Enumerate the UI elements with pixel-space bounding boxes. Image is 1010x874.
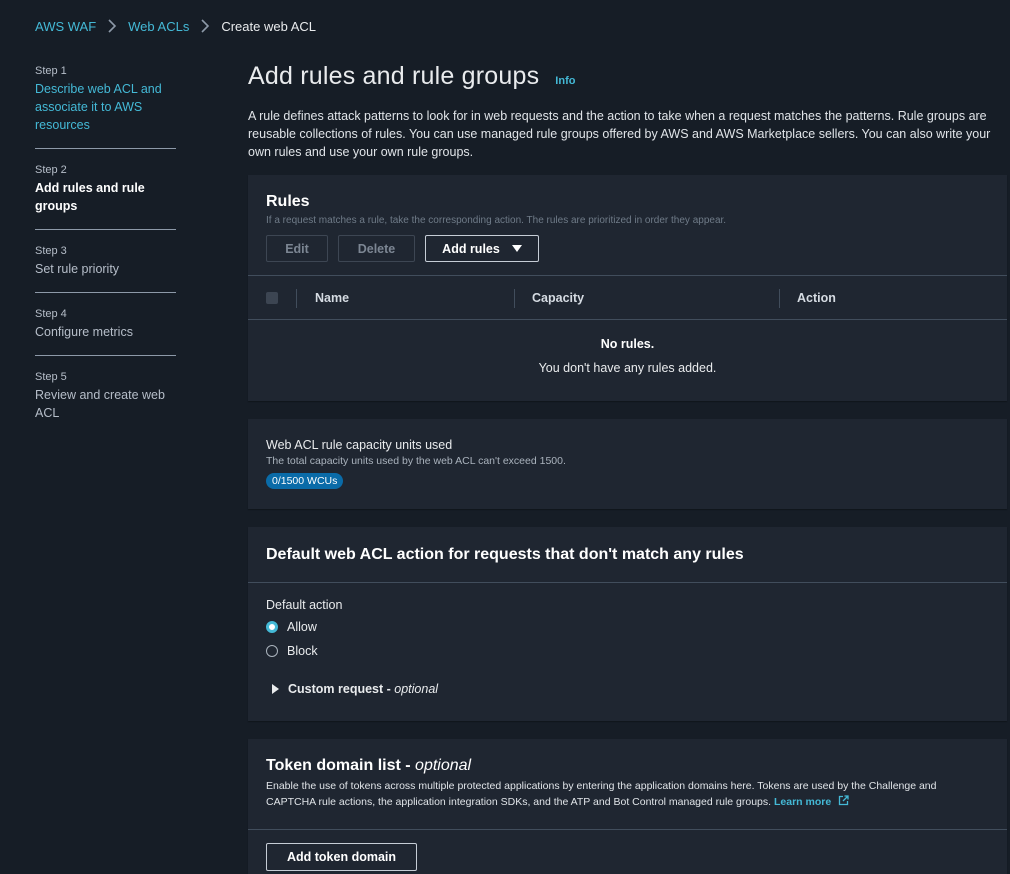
learn-more-label: Learn more [773,796,832,808]
step-5-title: Review and create web ACL [35,388,165,420]
info-link[interactable]: Info [555,75,575,87]
step-number: Step 2 [35,164,67,176]
edit-button[interactable]: Edit [266,235,328,262]
step-2-title: Add rules and rule groups [35,181,145,213]
step-number: Step 5 [35,371,67,383]
token-domain-panel: Token domain list - optional Enable the … [248,739,1007,874]
wizard-steps: Step 1 Describe web ACL and associate it… [35,64,176,450]
column-name[interactable]: Name [315,276,349,319]
step-1: Step 1 Describe web ACL and associate it… [35,64,176,149]
step-4: Step 4 Configure metrics [35,307,176,356]
custom-request-expander[interactable]: Custom request - optional [272,682,989,696]
breadcrumb: AWS WAF Web ACLs Create web ACL [35,17,316,35]
step-5: Step 5 Review and create web ACL [35,370,176,436]
add-rules-label: Add rules [442,241,500,256]
token-title-optional: optional [415,757,472,774]
rules-empty-state: No rules. You don't have any rules added… [248,320,1007,375]
external-link-icon [838,795,849,811]
learn-more-link[interactable]: Learn more [773,795,849,811]
step-3-title: Set rule priority [35,262,120,276]
rules-subtitle: If a request matches a rule, take the co… [266,215,727,226]
default-action-label: Default action [266,598,343,612]
breadcrumb-aws-waf[interactable]: AWS WAF [35,19,96,34]
step-number: Step 4 [35,308,67,320]
breadcrumb-current: Create web ACL [221,18,316,34]
chevron-right-icon [189,19,221,33]
rules-table-header: Name Capacity Action [248,275,1007,320]
step-3: Step 3 Set rule priority [35,244,176,293]
capacity-panel: Web ACL rule capacity units used The tot… [248,419,1007,509]
empty-description: You don't have any rules added. [538,361,717,375]
rules-title: Rules [266,193,310,210]
radio-block-input[interactable] [266,645,278,657]
step-number: Step 3 [35,245,67,257]
add-token-domain-button[interactable]: Add token domain [266,843,417,871]
radio-allow-label: Allow [287,620,317,634]
step-2: Step 2 Add rules and rule groups [35,163,176,230]
step-1-link[interactable]: Describe web ACL and associate it to AWS… [35,80,176,134]
custom-request-optional: optional [394,682,439,696]
caret-right-icon [272,684,279,694]
radio-allow-input[interactable] [266,621,278,633]
capacity-subtitle: The total capacity units used by the web… [266,455,566,467]
capacity-title: Web ACL rule capacity units used [266,438,453,452]
capacity-badge: 0/1500 WCUs [266,473,344,489]
step-number: Step 1 [35,65,67,77]
rules-panel: Rules If a request matches a rule, take … [248,175,1007,401]
radio-block-label: Block [287,644,318,658]
page-description: A rule defines attack patterns to look f… [248,109,991,159]
column-capacity[interactable]: Capacity [532,276,584,319]
default-action-title: Default web ACL action for requests that… [266,546,744,563]
add-rules-button[interactable]: Add rules [425,235,539,262]
radio-block[interactable]: Block [266,644,989,658]
radio-allow[interactable]: Allow [266,620,989,634]
breadcrumb-web-acls[interactable]: Web ACLs [128,19,189,34]
column-action[interactable]: Action [797,276,836,319]
page-header-area: Add rules and rule groups Info A rule de… [248,62,1008,161]
empty-title: No rules. [600,337,655,351]
token-title: Token domain list - [266,757,416,774]
select-all-checkbox[interactable] [266,291,278,304]
chevron-right-icon [96,19,128,33]
page-title: Add rules and rule groups [248,62,540,90]
delete-button[interactable]: Delete [338,235,415,262]
custom-request-label: Custom request - [288,682,395,696]
step-4-title: Configure metrics [35,325,133,339]
default-action-panel: Default web ACL action for requests that… [248,527,1007,721]
caret-down-icon [511,245,522,252]
